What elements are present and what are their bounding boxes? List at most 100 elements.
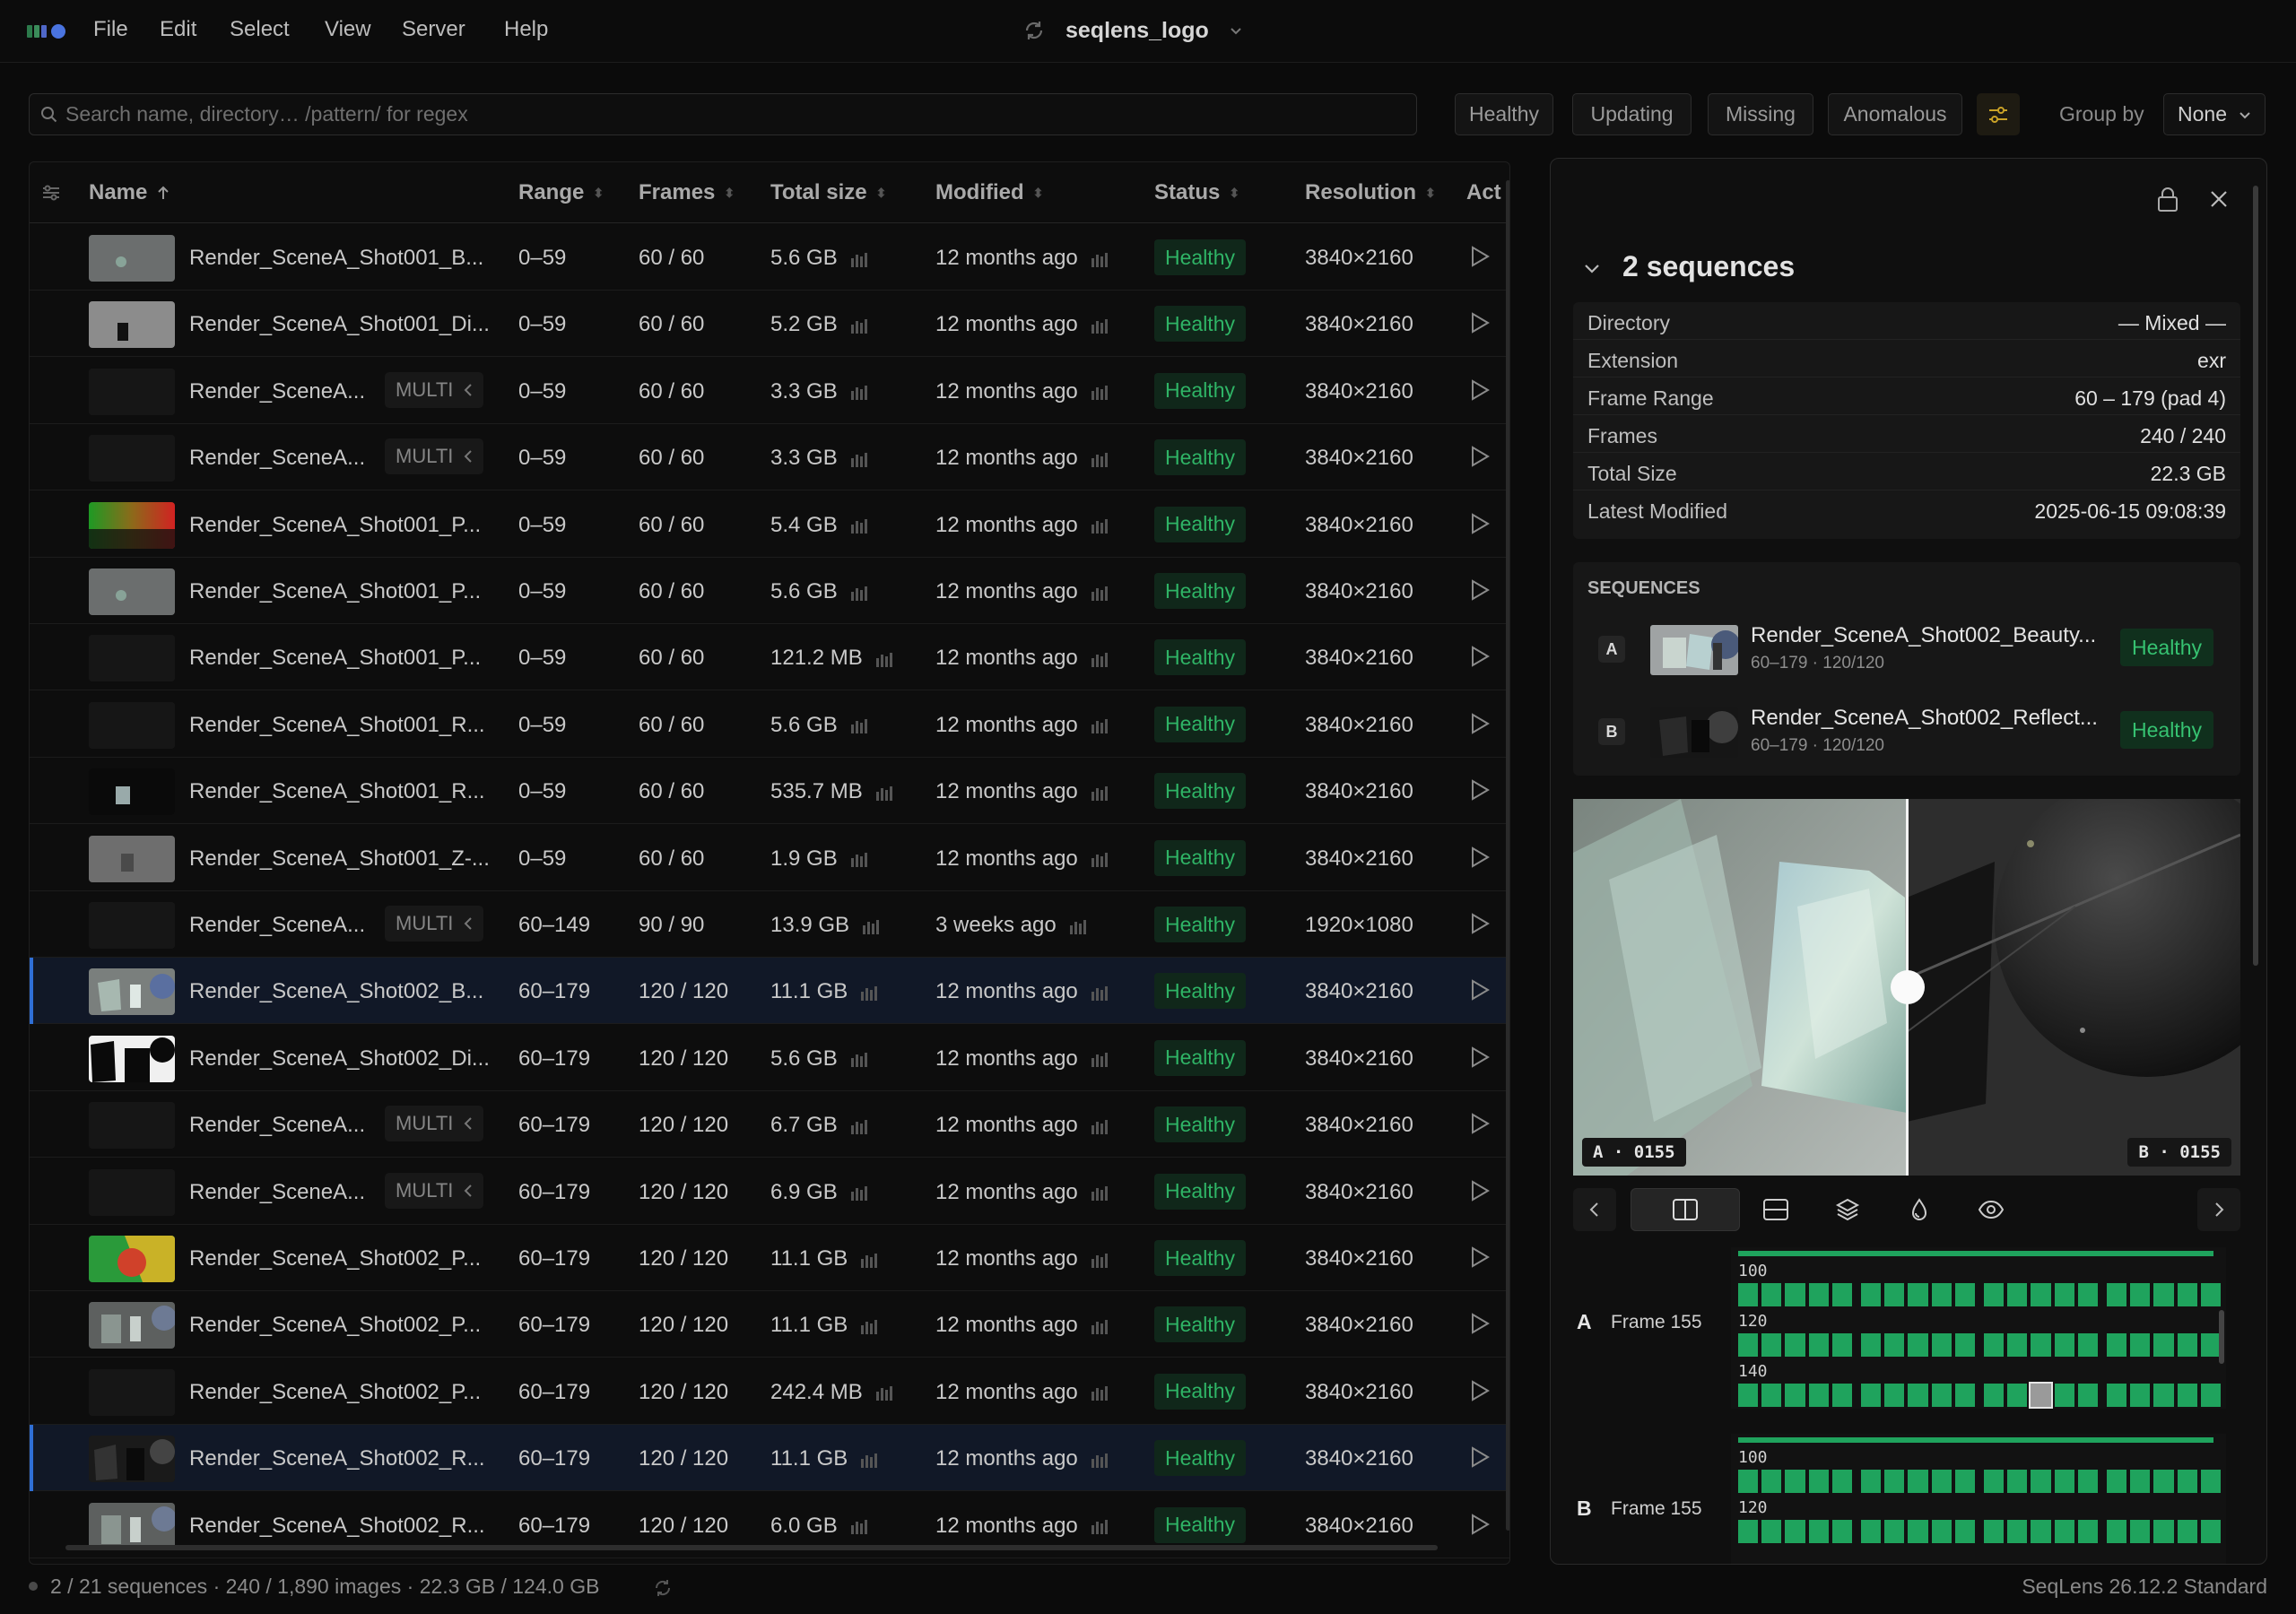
frame-grid[interactable]: 100 120 xyxy=(1731,1434,2226,1564)
play-icon[interactable] xyxy=(1469,512,1491,535)
chart-icon[interactable] xyxy=(860,1317,878,1335)
column-modified[interactable]: Modified ⬍ xyxy=(935,180,1043,205)
frame-cell[interactable] xyxy=(2054,1384,2074,1407)
play-icon[interactable] xyxy=(1469,1245,1491,1269)
play-icon[interactable] xyxy=(1469,378,1491,402)
search-field[interactable] xyxy=(29,93,1417,135)
frame-cell[interactable] xyxy=(2200,1283,2222,1306)
column-actions[interactable]: Act xyxy=(1466,180,1501,205)
frame-cell[interactable] xyxy=(2200,1520,2222,1543)
frame-cell[interactable] xyxy=(1785,1470,1805,1493)
table-row[interactable]: Render_SceneA_Shot001_P... 0–59 60 / 60 5.4… xyxy=(30,491,1509,558)
frame-cell[interactable] xyxy=(1761,1470,1782,1493)
frame-cell[interactable] xyxy=(2177,1333,2197,1357)
play-icon[interactable] xyxy=(1469,846,1491,869)
frame-cells[interactable] xyxy=(1738,1470,2222,1493)
play-icon[interactable] xyxy=(1469,245,1491,268)
sequence-item-b[interactable]: B Render_SceneA_Shot002_Reflect... 60–17… xyxy=(1573,697,2240,768)
frame-cell[interactable] xyxy=(2130,1520,2151,1543)
frame-cell[interactable] xyxy=(1884,1333,1905,1357)
column-status[interactable]: Status ⬍ xyxy=(1154,180,1239,205)
table-row[interactable]: Render_SceneA_Shot002_P... 60–179 120 / 12… xyxy=(30,1358,1509,1425)
frame-cell[interactable] xyxy=(1931,1333,1952,1357)
chart-icon[interactable] xyxy=(1091,1251,1109,1269)
frame-cell[interactable] xyxy=(2031,1470,2051,1493)
chart-icon[interactable] xyxy=(1091,984,1109,1002)
frame-cell[interactable] xyxy=(2077,1283,2099,1306)
frame-cell[interactable] xyxy=(2200,1333,2222,1357)
play-icon[interactable] xyxy=(1469,311,1491,334)
menu-server[interactable]: Server xyxy=(402,17,465,42)
sequence-item-a[interactable]: A Render_SceneA_Shot002_Beauty... 60–179… xyxy=(1573,614,2240,686)
frame-cell[interactable] xyxy=(2177,1520,2197,1543)
frame-cell[interactable] xyxy=(1954,1470,1976,1493)
table-row[interactable]: Render_SceneA_Shot002_B... 60–179 120 / 12… xyxy=(30,958,1509,1025)
chart-icon[interactable] xyxy=(875,784,893,802)
frame-cell[interactable] xyxy=(2007,1520,2028,1543)
frame-cell[interactable] xyxy=(1984,1283,2005,1306)
frame-cell[interactable] xyxy=(1831,1384,1853,1407)
menu-edit[interactable]: Edit xyxy=(160,17,196,42)
frame-cell[interactable] xyxy=(1831,1333,1853,1357)
frame-cell[interactable] xyxy=(2107,1470,2127,1493)
frame-cell[interactable] xyxy=(1861,1283,1882,1306)
sync-icon[interactable] xyxy=(1022,19,1046,42)
column-settings-icon[interactable] xyxy=(40,182,62,204)
frame-cells[interactable] xyxy=(1738,1283,2222,1306)
play-icon[interactable] xyxy=(1469,1445,1491,1469)
frame-cell[interactable] xyxy=(1931,1520,1952,1543)
frame-cell[interactable] xyxy=(2077,1520,2099,1543)
chart-icon[interactable] xyxy=(850,317,868,334)
frame-cell[interactable] xyxy=(1884,1520,1905,1543)
frame-cell[interactable] xyxy=(1861,1520,1882,1543)
frame-cell[interactable] xyxy=(1984,1470,2005,1493)
filter-updating[interactable]: Updating xyxy=(1572,93,1692,135)
frame-grid[interactable]: 100 120 140 xyxy=(1731,1247,2226,1409)
play-icon[interactable] xyxy=(1469,1312,1491,1335)
frame-cell[interactable] xyxy=(2177,1470,2197,1493)
search-input[interactable] xyxy=(65,94,1402,134)
frame-cell[interactable] xyxy=(2007,1283,2028,1306)
frame-cell[interactable] xyxy=(1954,1520,1976,1543)
table-row[interactable]: Render_SceneA_Shot001_B... 0–59 60 / 60 5.6… xyxy=(30,224,1509,291)
chart-icon[interactable] xyxy=(862,917,880,935)
multi-badge[interactable]: MULTI xyxy=(385,906,484,941)
chart-icon[interactable] xyxy=(1091,317,1109,334)
frame-cell[interactable] xyxy=(1954,1283,1976,1306)
play-icon[interactable] xyxy=(1469,912,1491,935)
table-row[interactable]: Render_SceneA... MULTI 0–59 60 / 60 3.3 GB 12… xyxy=(30,424,1509,491)
play-icon[interactable] xyxy=(1469,1179,1491,1202)
frame-cell[interactable] xyxy=(1984,1333,2005,1357)
chart-icon[interactable] xyxy=(860,1251,878,1269)
menu-view[interactable]: View xyxy=(325,17,371,42)
frame-cell[interactable] xyxy=(1984,1520,2005,1543)
frame-cell[interactable] xyxy=(2153,1333,2174,1357)
frame-cell[interactable] xyxy=(2130,1470,2151,1493)
frame-cells[interactable] xyxy=(1738,1382,2222,1409)
prev-button[interactable] xyxy=(1573,1188,1616,1231)
chart-icon[interactable] xyxy=(1091,1384,1109,1401)
chart-icon[interactable] xyxy=(1091,1451,1109,1469)
visibility-button[interactable] xyxy=(1962,1188,2020,1231)
frame-cell[interactable] xyxy=(1884,1470,1905,1493)
frame-cell[interactable] xyxy=(2130,1384,2151,1407)
close-icon[interactable] xyxy=(2209,189,2229,209)
frame-cell[interactable] xyxy=(1738,1384,1759,1407)
chevron-down-icon[interactable] xyxy=(1583,259,1601,277)
frame-cell[interactable] xyxy=(2077,1333,2099,1357)
chart-icon[interactable] xyxy=(1091,716,1109,734)
frame-cells[interactable] xyxy=(1738,1520,2222,1543)
chart-icon[interactable] xyxy=(1091,584,1109,602)
frame-cell[interactable] xyxy=(1984,1384,2005,1407)
table-row[interactable]: Render_SceneA_Shot001_Z-... 0–59 60 / 60 1.… xyxy=(30,825,1509,891)
compare-viewer[interactable]: A · 0155 B · 0155 xyxy=(1573,799,2240,1176)
table-row[interactable]: Render_SceneA_Shot002_Di... 60–179 120 / 1… xyxy=(30,1025,1509,1091)
frame-cell[interactable] xyxy=(2153,1384,2174,1407)
table-row[interactable]: Render_SceneA... MULTI 60–179 120 / 120 6.7 … xyxy=(30,1091,1509,1158)
lock-icon[interactable] xyxy=(2156,186,2179,213)
group-by-select[interactable]: None xyxy=(2163,93,2266,135)
frame-cell[interactable] xyxy=(1931,1283,1952,1306)
filter-settings-button[interactable] xyxy=(1977,93,2020,135)
current-frame-cell[interactable] xyxy=(2029,1382,2053,1409)
frame-cell[interactable] xyxy=(1785,1333,1805,1357)
